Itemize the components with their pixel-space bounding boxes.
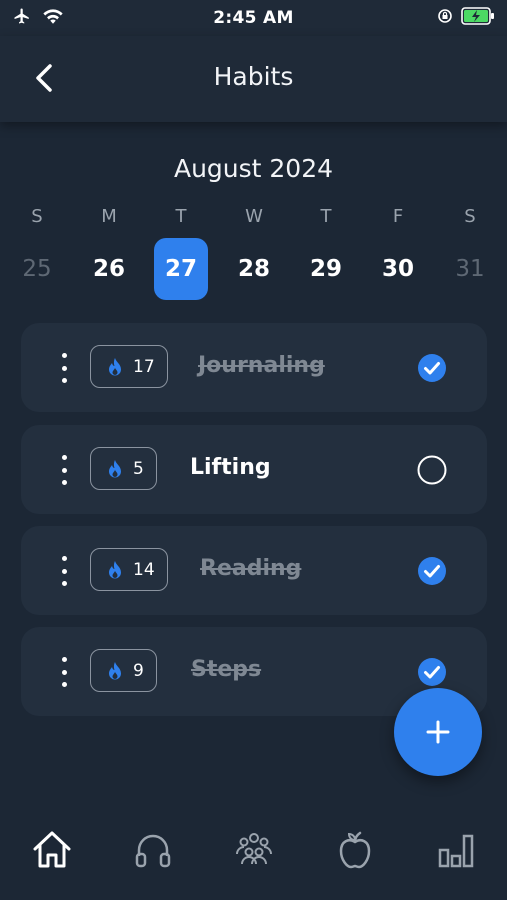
more-options-icon[interactable] xyxy=(57,353,71,383)
nav-community[interactable] xyxy=(232,828,276,872)
completed-checkbox[interactable] xyxy=(417,657,447,687)
calendar-day[interactable]: 25 xyxy=(10,238,64,300)
nav-stats[interactable] xyxy=(434,828,478,872)
stats-icon xyxy=(438,834,474,868)
habit-name: Reading xyxy=(200,556,302,581)
flame-icon xyxy=(109,357,121,375)
incomplete-checkbox[interactable] xyxy=(417,455,447,485)
calendar-day[interactable]: 31 xyxy=(443,238,497,300)
habit-card-journaling[interactable]: 17 Journaling xyxy=(21,323,487,412)
headphones-icon xyxy=(135,834,171,868)
battery-charging-icon xyxy=(461,7,494,25)
calendar-day[interactable]: 29 xyxy=(299,238,353,300)
flame-icon xyxy=(109,459,121,477)
apple-icon xyxy=(339,831,371,869)
habit-card-lifting[interactable]: 5 Lifting xyxy=(21,425,487,514)
flame-icon xyxy=(109,560,121,578)
status-bar: 2:45 AM xyxy=(0,0,507,36)
calendar-day-selected[interactable]: 27 xyxy=(154,238,208,300)
plus-icon xyxy=(426,720,450,744)
nav-nutrition[interactable] xyxy=(333,828,377,872)
nav-home[interactable] xyxy=(30,828,74,872)
streak-count: 5 xyxy=(133,458,144,479)
streak-count: 9 xyxy=(133,660,144,681)
calendar-day[interactable]: 28 xyxy=(227,238,281,300)
add-habit-button[interactable] xyxy=(394,688,482,776)
flame-icon xyxy=(109,661,121,679)
weekday-label: T xyxy=(320,206,332,227)
streak-badge: 9 xyxy=(90,649,157,692)
more-options-icon[interactable] xyxy=(57,657,71,687)
month-title: August 2024 xyxy=(173,154,334,183)
streak-count: 14 xyxy=(133,559,155,580)
completed-checkbox[interactable] xyxy=(417,556,447,586)
habit-name: Lifting xyxy=(190,455,271,480)
streak-badge: 14 xyxy=(90,548,168,591)
page-title: Habits xyxy=(213,62,294,91)
nav-meditation[interactable] xyxy=(131,828,175,872)
more-options-icon[interactable] xyxy=(57,455,71,485)
weekday-label: W xyxy=(245,206,263,227)
habit-name: Steps xyxy=(191,657,262,682)
habit-name: Journaling xyxy=(198,353,325,378)
check-circle-icon xyxy=(418,658,446,686)
empty-circle-icon xyxy=(417,455,447,485)
streak-badge: 17 xyxy=(90,345,168,388)
weekday-label: S xyxy=(464,206,476,227)
status-time: 2:45 AM xyxy=(213,8,294,28)
streak-badge: 5 xyxy=(90,447,157,490)
calendar-day[interactable]: 26 xyxy=(82,238,136,300)
streak-count: 17 xyxy=(133,356,155,377)
bottom-nav xyxy=(0,800,507,900)
calendar-day[interactable]: 30 xyxy=(371,238,425,300)
more-options-icon[interactable] xyxy=(57,556,71,586)
home-icon xyxy=(33,831,71,868)
orientation-lock-icon xyxy=(438,9,452,23)
check-circle-icon xyxy=(418,557,446,585)
weekday-label: T xyxy=(175,206,187,227)
community-icon xyxy=(236,833,272,865)
habit-card-reading[interactable]: 14 Reading xyxy=(21,526,487,615)
app-header: Habits xyxy=(0,36,507,122)
check-circle-icon xyxy=(418,354,446,382)
weekday-label: S xyxy=(31,206,43,227)
weekday-label: F xyxy=(392,206,404,227)
weekday-label: M xyxy=(101,206,117,227)
completed-checkbox[interactable] xyxy=(417,353,447,383)
